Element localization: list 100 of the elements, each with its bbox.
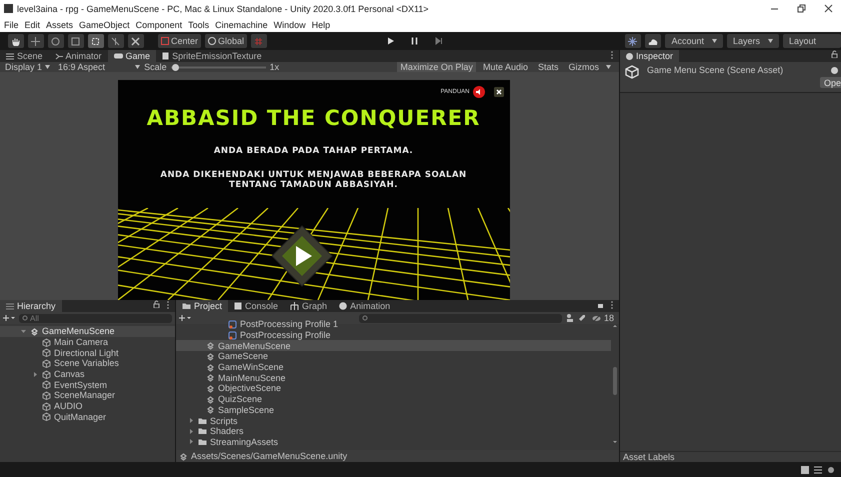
hierarchy-item[interactable]: SceneManager: [0, 390, 175, 401]
pivot-icon: [161, 37, 169, 45]
hierarchy-item[interactable]: Directional Light: [0, 347, 175, 358]
start-button[interactable]: [270, 224, 334, 288]
space-button[interactable]: Global: [205, 34, 248, 48]
toggle-button[interactable]: Mute Audio: [480, 62, 531, 72]
hierarchy-item[interactable]: Scene Variables: [0, 358, 175, 369]
project-item[interactable]: StreamingAssets: [176, 436, 611, 448]
view-tab[interactable]: Animator: [48, 50, 108, 62]
project-item[interactable]: Shaders: [176, 426, 611, 437]
menu-icon: [6, 52, 14, 60]
menu-item[interactable]: Help: [312, 20, 330, 30]
project-item[interactable]: GameMenuScene: [176, 340, 611, 352]
project-item[interactable]: MainMenuScene: [176, 372, 611, 384]
cube-icon: [42, 370, 51, 379]
hierarchy-tab[interactable]: Hierarchy: [0, 300, 62, 312]
game-message: ANDA BERADA PADA TAHAP PERTAMA.: [212, 146, 414, 156]
view-tab[interactable]: Scene: [0, 50, 49, 62]
caret-icon: [135, 65, 140, 69]
menu-item[interactable]: Tools: [188, 20, 210, 30]
transform-tool-button[interactable]: [108, 34, 124, 48]
scrollbar[interactable]: [611, 324, 619, 444]
project-item[interactable]: ObjectiveScene: [176, 383, 611, 394]
menu-item[interactable]: Component: [136, 20, 182, 30]
stack-icon: [814, 466, 822, 474]
scene-icon: [206, 362, 215, 372]
toggle-button[interactable]: Stats: [534, 62, 562, 72]
view-tab[interactable]: SpriteEmissionTexture: [156, 50, 268, 62]
view-tab[interactable]: Game: [108, 50, 156, 62]
slider-thumb[interactable]: [172, 64, 180, 70]
menu-item[interactable]: Cinemachine: [215, 20, 268, 30]
caret-icon: [712, 39, 717, 43]
project-item[interactable]: Scripts: [176, 415, 611, 426]
account-dropdown[interactable]: Account: [665, 34, 723, 48]
move-icon: [31, 36, 40, 46]
label-icon[interactable]: [578, 314, 586, 322]
filter-type-icon[interactable]: [566, 314, 574, 322]
hierarchy-item[interactable]: QuitManager: [0, 412, 175, 422]
add-icon[interactable]: [179, 314, 191, 322]
scale-tool-button[interactable]: [68, 34, 84, 48]
scene-icon: [206, 341, 215, 350]
pivot-button[interactable]: Center: [158, 34, 202, 48]
project-item[interactable]: SampleScene: [176, 404, 611, 416]
collab-button[interactable]: [625, 34, 642, 48]
cloud-button[interactable]: [645, 34, 662, 48]
panel-tab[interactable]: Console: [228, 300, 284, 312]
project-item[interactable]: PostProcessing Profile: [176, 330, 611, 340]
scene-icon: [30, 326, 39, 336]
aspect-dropdown[interactable]: 16:9 Aspect: [56, 62, 108, 72]
eye-slash-icon: [592, 314, 601, 322]
menu-item[interactable]: GameObject: [79, 20, 130, 30]
project-item[interactable]: GameWinScene: [176, 362, 611, 372]
scene-tree-item[interactable]: GameMenuScene: [0, 326, 175, 337]
panel-tab[interactable]: Project: [176, 300, 228, 312]
cube-icon: [42, 358, 51, 368]
scale-label: Scale: [144, 62, 167, 72]
more-icon: [609, 300, 615, 310]
game-message: ANDA DIKEHENDAKI UNTUK MENJAWAB BEBERAPA SOALAN TENTANG TAMADUN ABBASIYAH.: [159, 170, 468, 190]
close-icon: [824, 4, 833, 13]
search-field[interactable]: [359, 314, 562, 322]
rect-icon: [91, 36, 100, 46]
restore-icon: [797, 4, 806, 13]
add-icon[interactable]: [3, 314, 15, 322]
more-icon: [165, 300, 171, 310]
panel-tab[interactable]: Animation: [333, 300, 396, 312]
play-icon: [387, 37, 396, 45]
hierarchy-item[interactable]: EventSystem: [0, 379, 175, 390]
layout-dropdown[interactable]: Layout: [783, 34, 841, 48]
hierarchy-item[interactable]: Main Camera: [0, 336, 175, 348]
speaker-icon[interactable]: [472, 86, 484, 98]
hidden-packages-toggle[interactable]: 18: [590, 313, 616, 323]
project-item[interactable]: GameScene: [176, 351, 611, 362]
scene-icon: [206, 405, 215, 414]
menu-item[interactable]: Edit: [24, 20, 40, 30]
project-item[interactable]: QuizScene: [176, 394, 611, 404]
panel-tab[interactable]: Graph: [284, 300, 334, 312]
rotate-icon: [51, 36, 60, 46]
sparkle-icon: [628, 36, 638, 46]
menu-item[interactable]: File: [4, 20, 19, 30]
cube-icon: [42, 402, 51, 411]
rotate-tool-button[interactable]: [48, 34, 64, 48]
grid-snap-icon: [254, 36, 264, 46]
hierarchy-item[interactable]: Canvas: [0, 368, 175, 380]
close-icon[interactable]: [494, 87, 504, 97]
toggle-button[interactable]: Gizmos: [565, 62, 602, 72]
display-dropdown[interactable]: Display 1: [3, 62, 52, 72]
inspector-tab[interactable]: Inspector: [620, 50, 680, 62]
menu-item[interactable]: Window: [274, 20, 306, 30]
rect-tool-button[interactable]: [88, 34, 104, 48]
custom-tool-button[interactable]: [128, 34, 144, 48]
menu-item[interactable]: Assets: [46, 20, 74, 30]
collapsed-arrow-icon: [32, 370, 39, 378]
hand-tool-button[interactable]: [8, 34, 24, 48]
scale-slider[interactable]: [170, 64, 266, 70]
layers-dropdown[interactable]: Layers: [726, 34, 779, 48]
snap-button[interactable]: [251, 34, 268, 48]
move-tool-button[interactable]: [28, 34, 44, 48]
open-button[interactable]: Ope: [820, 77, 841, 88]
hierarchy-item[interactable]: AUDIO: [0, 400, 175, 412]
toggle-button[interactable]: Maximize On Play: [397, 62, 476, 72]
